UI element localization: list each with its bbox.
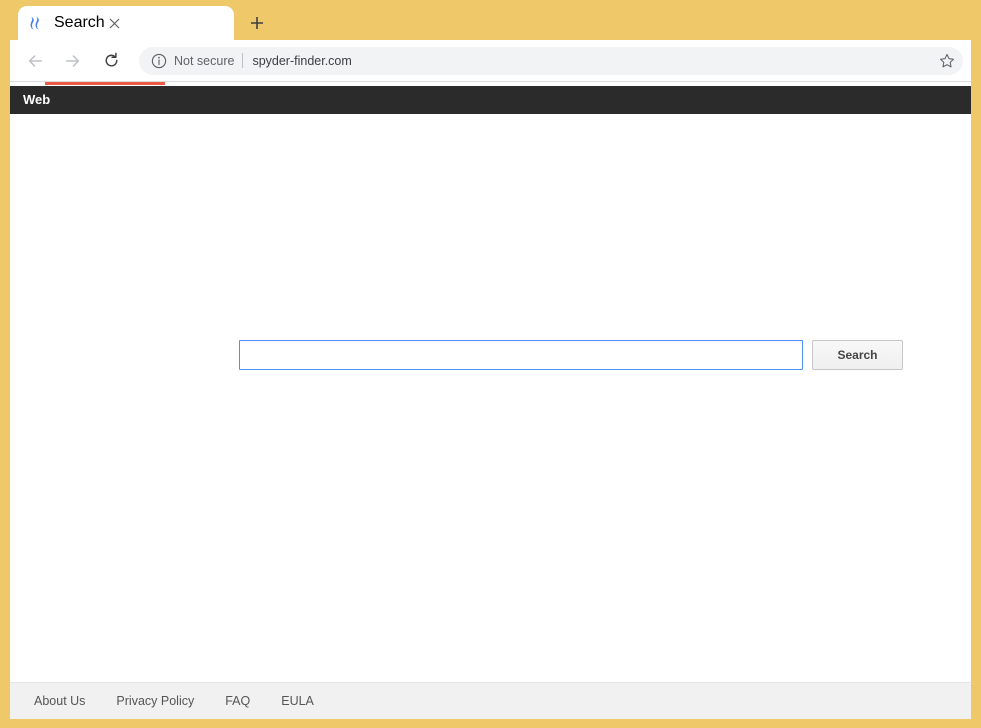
page-load-progress-bar <box>45 82 165 85</box>
star-icon[interactable] <box>935 49 959 73</box>
site-main-content: Search <box>10 114 971 682</box>
site-navbar: Web <box>10 86 971 114</box>
footer-link-faq[interactable]: FAQ <box>225 694 250 708</box>
footer-link-about-us[interactable]: About Us <box>34 694 85 708</box>
close-icon[interactable] <box>105 13 125 33</box>
tab-strip: Search <box>10 0 971 40</box>
site-footer: About Us Privacy Policy FAQ EULA <box>10 682 971 719</box>
address-bar[interactable]: Not secure spyder-finder.com <box>139 46 963 75</box>
search-form: Search <box>239 340 903 370</box>
omnibox-url-text: spyder-finder.com <box>252 53 352 68</box>
arrow-left-icon[interactable] <box>20 46 50 76</box>
site-nav-item-web[interactable]: Web <box>19 86 54 114</box>
browser-tab-search[interactable]: Search <box>18 6 234 40</box>
browser-tab-title: Search <box>54 14 105 31</box>
spyder-finder-logo-icon <box>30 16 39 30</box>
plus-icon[interactable] <box>243 9 271 37</box>
info-circle-icon[interactable] <box>151 53 167 69</box>
browser-window: Search Not secure spyder-finder.com Web … <box>10 0 971 719</box>
footer-link-eula[interactable]: EULA <box>281 694 314 708</box>
security-status-label: Not secure <box>174 53 235 68</box>
page-viewport: Web Search About Us Privacy Policy FAQ E… <box>10 82 971 719</box>
browser-frame: Search Not secure spyder-finder.com Web … <box>0 0 981 728</box>
omnibox-divider <box>242 53 244 68</box>
reload-icon[interactable] <box>96 46 126 76</box>
arrow-right-icon[interactable] <box>58 46 88 76</box>
search-submit-button[interactable]: Search <box>812 340 903 370</box>
footer-link-privacy-policy[interactable]: Privacy Policy <box>116 694 194 708</box>
search-input[interactable] <box>239 340 803 370</box>
browser-toolbar: Not secure spyder-finder.com <box>10 40 971 82</box>
